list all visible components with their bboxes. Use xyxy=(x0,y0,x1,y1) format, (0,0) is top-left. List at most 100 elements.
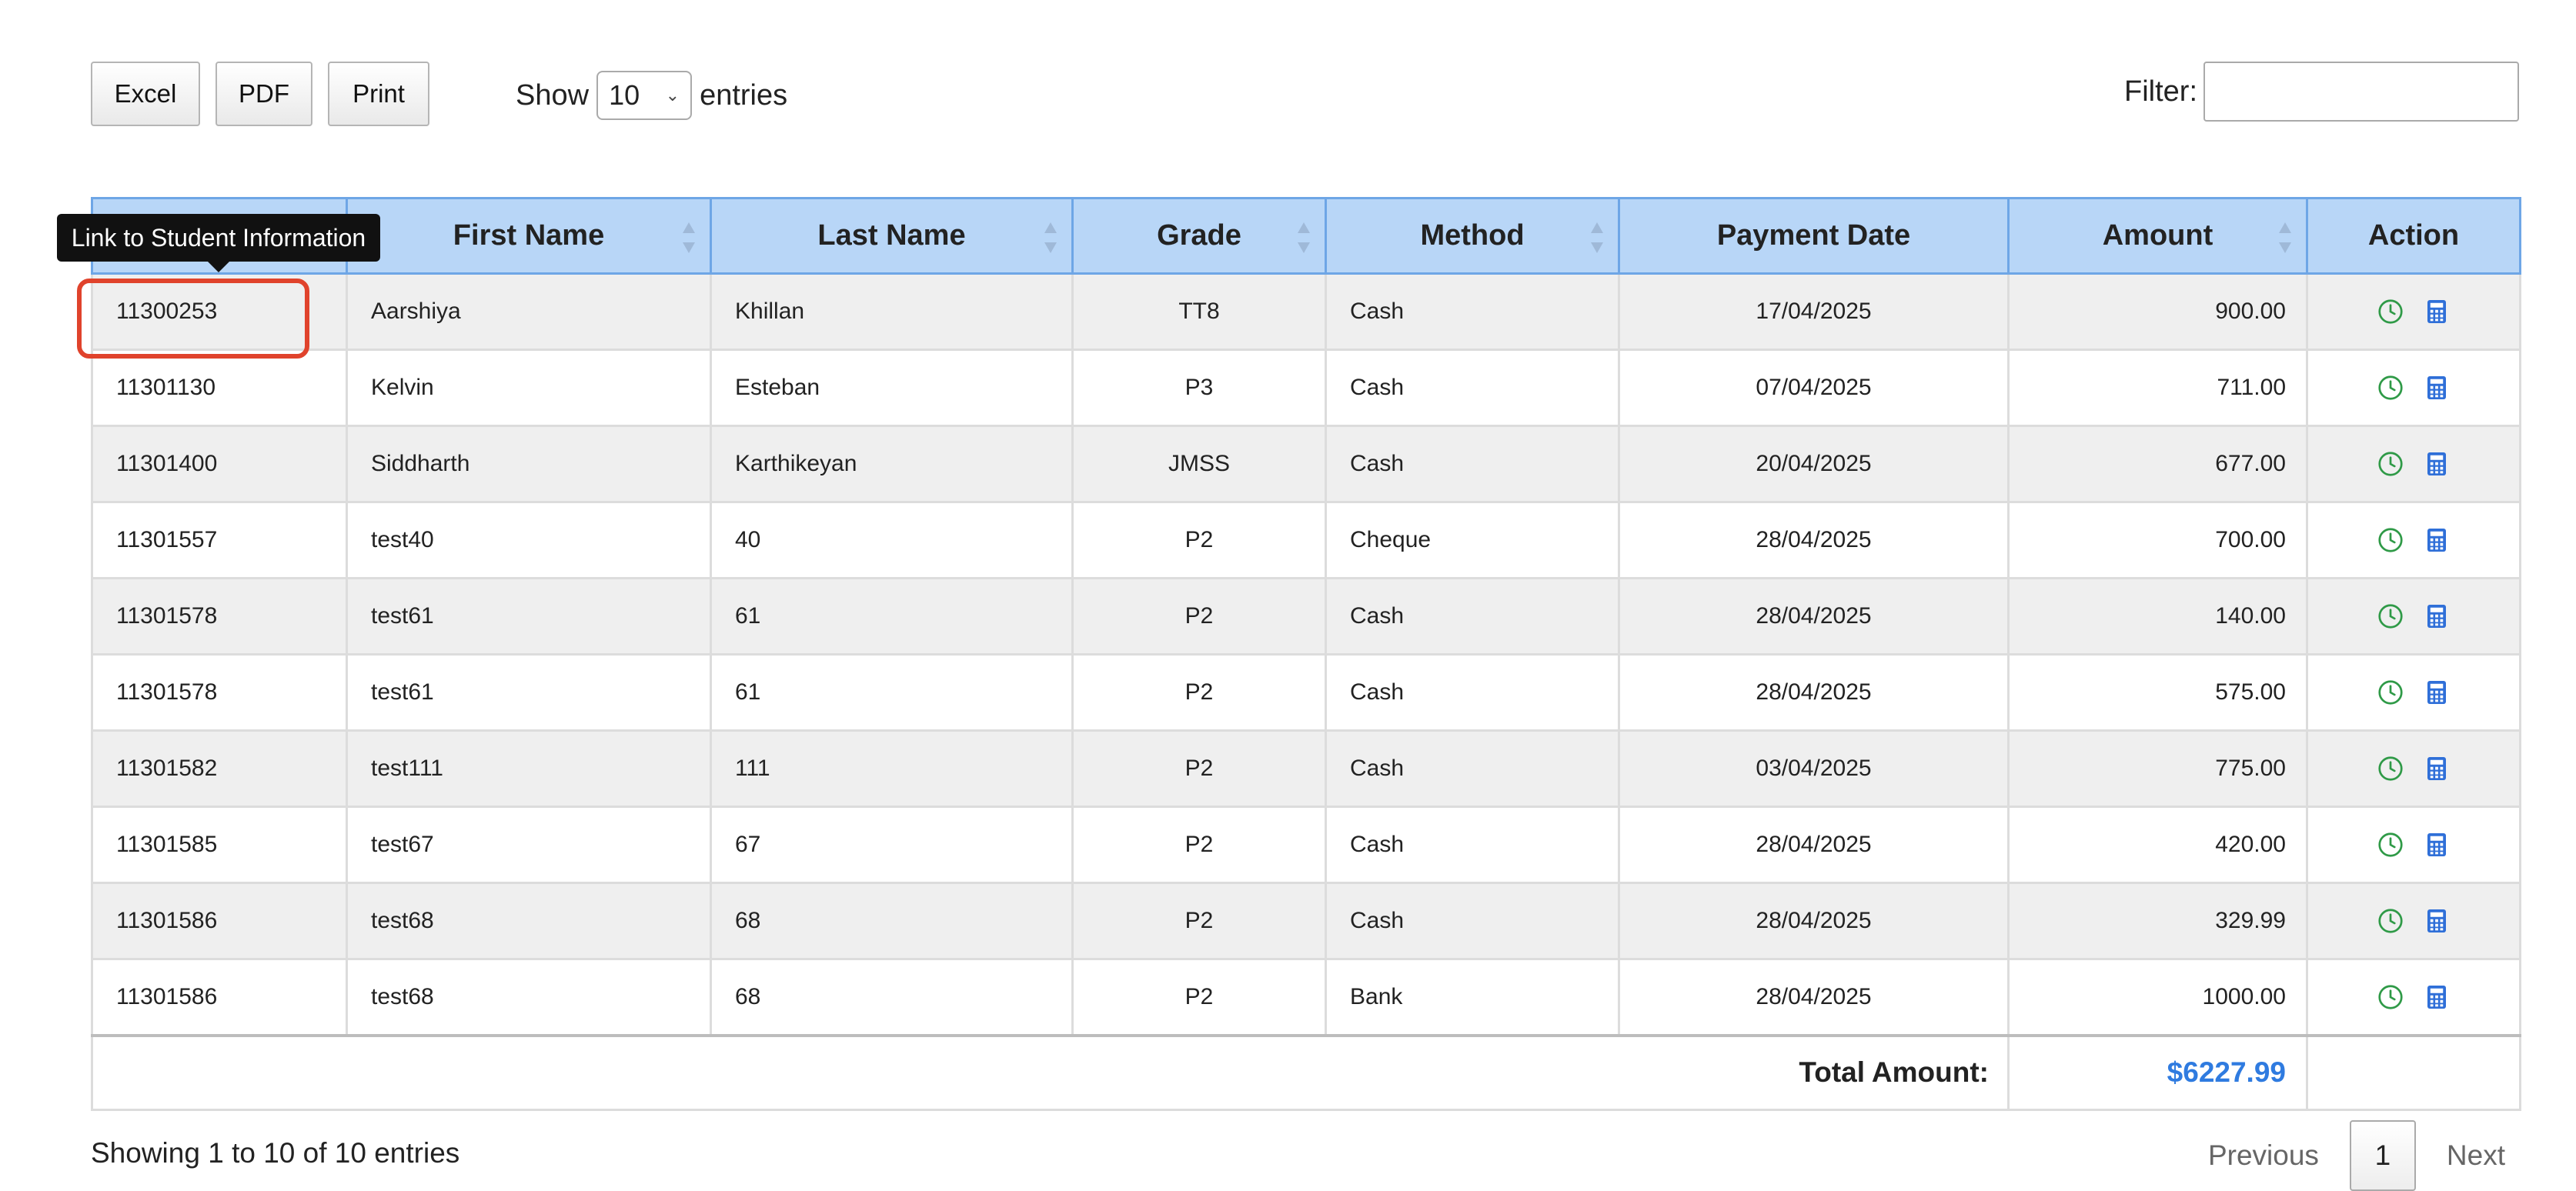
total-label: Total Amount: xyxy=(91,1033,2010,1111)
filter-input[interactable] xyxy=(2203,62,2519,122)
payment-date-cell: 28/04/2025 xyxy=(1618,806,2010,884)
first-name-cell: Aarshiya xyxy=(346,272,712,351)
action-cell xyxy=(2306,349,2521,427)
sort-icon[interactable] xyxy=(682,222,696,253)
table-row: 11301578 test61 61 P2 Cash 28/04/2025 140.00 xyxy=(91,577,2521,656)
table-row: 11301585 test67 67 P2 Cash 28/04/2025 420.00 xyxy=(91,806,2521,884)
print-button[interactable]: Print xyxy=(328,62,429,126)
chevron-down-icon: ⌄ xyxy=(665,85,680,105)
calculator-icon[interactable] xyxy=(2423,983,2451,1011)
clock-icon[interactable] xyxy=(2377,831,2404,859)
student-id-link[interactable]: 11301578 xyxy=(91,653,348,732)
first-name-cell: Siddharth xyxy=(346,425,712,503)
student-id-link[interactable]: 11301578 xyxy=(91,577,348,656)
amount-cell: 1000.00 xyxy=(2007,958,2308,1036)
method-cell: Cash xyxy=(1325,729,1620,808)
grade-cell: P3 xyxy=(1071,349,1327,427)
first-name-cell: test111 xyxy=(346,729,712,808)
column-header-method[interactable]: Method xyxy=(1325,197,1620,275)
calculator-icon[interactable] xyxy=(2423,755,2451,782)
calculator-icon[interactable] xyxy=(2423,298,2451,325)
previous-page-button[interactable]: Previous xyxy=(2194,1139,2333,1172)
first-name-cell: Kelvin xyxy=(346,349,712,427)
payment-date-cell: 20/04/2025 xyxy=(1618,425,2010,503)
student-link-tooltip: Link to Student Information xyxy=(57,214,380,272)
payment-date-cell: 28/04/2025 xyxy=(1618,653,2010,732)
calculator-icon[interactable] xyxy=(2423,831,2451,859)
payment-date-cell: 28/04/2025 xyxy=(1618,501,2010,579)
page-length-control: Show 10 ⌄ entries xyxy=(516,71,787,120)
clock-icon[interactable] xyxy=(2377,526,2404,554)
last-name-cell: 61 xyxy=(710,653,1074,732)
table-row: 11301586 test68 68 P2 Bank 28/04/2025 1000.00 xyxy=(91,958,2521,1036)
entries-label: entries xyxy=(700,78,788,112)
sort-icon[interactable] xyxy=(2278,222,2292,253)
method-cell: Cash xyxy=(1325,272,1620,351)
student-id-link[interactable]: 11301582 xyxy=(91,729,348,808)
last-name-cell: 68 xyxy=(710,882,1074,960)
sort-icon[interactable] xyxy=(1044,222,1057,253)
column-header-first-name[interactable]: First Name xyxy=(346,197,712,275)
method-cell: Cash xyxy=(1325,577,1620,656)
student-id-link[interactable]: 11301585 xyxy=(91,806,348,884)
pdf-button[interactable]: PDF xyxy=(216,62,312,126)
action-cell xyxy=(2306,577,2521,656)
action-cell xyxy=(2306,882,2521,960)
last-name-cell: Khillan xyxy=(710,272,1074,351)
column-header-grade[interactable]: Grade xyxy=(1071,197,1327,275)
payment-date-cell: 28/04/2025 xyxy=(1618,882,2010,960)
payments-table-container: ID First Name Last Name Grade Method Pay… xyxy=(91,197,2521,1111)
student-id-link[interactable]: 11301557 xyxy=(91,501,348,579)
total-action-cell xyxy=(2306,1033,2521,1111)
clock-icon[interactable] xyxy=(2377,907,2404,935)
table-info: Showing 1 to 10 of 10 entries xyxy=(91,1137,460,1169)
clock-icon[interactable] xyxy=(2377,679,2404,706)
clock-icon[interactable] xyxy=(2377,298,2404,325)
sort-icon[interactable] xyxy=(1590,222,1604,253)
student-id-link[interactable]: 11301586 xyxy=(91,882,348,960)
last-name-cell: 40 xyxy=(710,501,1074,579)
calculator-icon[interactable] xyxy=(2423,907,2451,935)
column-header-amount[interactable]: Amount xyxy=(2007,197,2308,275)
first-name-cell: test67 xyxy=(346,806,712,884)
excel-button[interactable]: Excel xyxy=(91,62,200,126)
action-cell xyxy=(2306,729,2521,808)
clock-icon[interactable] xyxy=(2377,602,2404,630)
calculator-icon[interactable] xyxy=(2423,602,2451,630)
method-cell: Bank xyxy=(1325,958,1620,1036)
method-cell: Cash xyxy=(1325,806,1620,884)
filter-control: Filter: xyxy=(2124,62,2519,122)
total-row: Total Amount: $6227.99 xyxy=(91,1033,2521,1111)
highlighted-id-cell-outline xyxy=(77,279,309,359)
action-cell xyxy=(2306,806,2521,884)
amount-cell: 140.00 xyxy=(2007,577,2308,656)
calculator-icon[interactable] xyxy=(2423,374,2451,402)
calculator-icon[interactable] xyxy=(2423,450,2451,478)
first-name-cell: test68 xyxy=(346,958,712,1036)
amount-cell: 700.00 xyxy=(2007,501,2308,579)
page-size-select[interactable]: 10 ⌄ xyxy=(596,71,693,120)
clock-icon[interactable] xyxy=(2377,755,2404,782)
payment-date-cell: 03/04/2025 xyxy=(1618,729,2010,808)
first-name-cell: test40 xyxy=(346,501,712,579)
clock-icon[interactable] xyxy=(2377,374,2404,402)
calculator-icon[interactable] xyxy=(2423,526,2451,554)
action-cell xyxy=(2306,958,2521,1036)
payment-date-cell: 07/04/2025 xyxy=(1618,349,2010,427)
payment-date-cell: 17/04/2025 xyxy=(1618,272,2010,351)
student-id-link[interactable]: 11301130 xyxy=(91,349,348,427)
student-id-link[interactable]: 11301400 xyxy=(91,425,348,503)
first-name-cell: test61 xyxy=(346,577,712,656)
student-id-link[interactable]: 11301586 xyxy=(91,958,348,1036)
amount-cell: 775.00 xyxy=(2007,729,2308,808)
last-name-cell: 68 xyxy=(710,958,1074,1036)
sort-icon[interactable] xyxy=(1297,222,1311,253)
calculator-icon[interactable] xyxy=(2423,679,2451,706)
current-page-button[interactable]: 1 xyxy=(2349,1120,2416,1191)
clock-icon[interactable] xyxy=(2377,983,2404,1011)
column-header-last-name[interactable]: Last Name xyxy=(710,197,1074,275)
next-page-button[interactable]: Next xyxy=(2433,1139,2519,1172)
clock-icon[interactable] xyxy=(2377,450,2404,478)
page-size-value: 10 xyxy=(609,79,640,111)
payments-page: Excel PDF Print Show 10 ⌄ entries Filter… xyxy=(0,0,2576,1191)
